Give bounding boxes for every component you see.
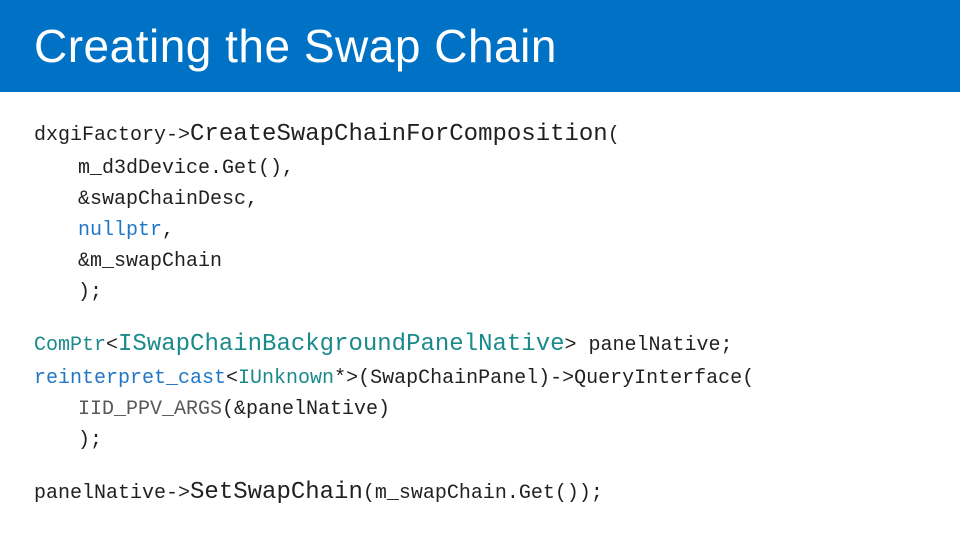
code-line: );: [34, 425, 926, 456]
code-line: &swapChainDesc,: [34, 184, 926, 215]
code-line: m_d3dDevice.Get(),: [34, 153, 926, 184]
code-line: ComPtr<ISwapChainBackgroundPanelNative> …: [34, 326, 926, 363]
code-text: <: [226, 367, 238, 390]
code-line: nullptr,: [34, 215, 926, 246]
code-call: CreateSwapChainForComposition: [190, 121, 608, 148]
code-block-2: ComPtr<ISwapChainBackgroundPanelNative> …: [34, 326, 926, 456]
code-keyword: nullptr: [78, 219, 162, 242]
code-line: IID_PPV_ARGS(&panelNative): [34, 394, 926, 425]
code-line: reinterpret_cast<IUnknown*>(SwapChainPan…: [34, 363, 926, 394]
code-line: panelNative->SetSwapChain(m_swapChain.Ge…: [34, 474, 926, 511]
code-macro: IID_PPV_ARGS: [78, 398, 222, 421]
code-keyword: reinterpret_cast: [34, 367, 226, 390]
code-text: panelNative->: [34, 482, 190, 505]
code-type: ISwapChainBackgroundPanelNative: [118, 331, 564, 358]
code-type: ComPtr: [34, 334, 106, 357]
code-text: panelNative;: [577, 334, 733, 357]
code-text: >: [565, 334, 577, 357]
code-type: IUnknown: [238, 367, 334, 390]
code-text: (m_swapChain.Get());: [363, 482, 603, 505]
code-text: *>(SwapChainPanel)->QueryInterface(: [334, 367, 754, 390]
code-block-1: dxgiFactory->CreateSwapChainForCompositi…: [34, 116, 926, 308]
slide-title: Creating the Swap Chain: [34, 19, 557, 73]
code-line: dxgiFactory->CreateSwapChainForCompositi…: [34, 116, 926, 153]
code-content: dxgiFactory->CreateSwapChainForCompositi…: [0, 92, 960, 512]
code-line: );: [34, 277, 926, 308]
slide-title-bar: Creating the Swap Chain: [0, 0, 960, 92]
code-block-3: panelNative->SetSwapChain(m_swapChain.Ge…: [34, 474, 926, 511]
code-text: ,: [162, 219, 174, 242]
code-text: dxgiFactory->: [34, 124, 190, 147]
code-line: &m_swapChain: [34, 246, 926, 277]
code-text: <: [106, 334, 118, 357]
code-text: (: [608, 124, 620, 147]
code-text: (&panelNative): [222, 398, 390, 421]
code-call: SetSwapChain: [190, 479, 363, 506]
